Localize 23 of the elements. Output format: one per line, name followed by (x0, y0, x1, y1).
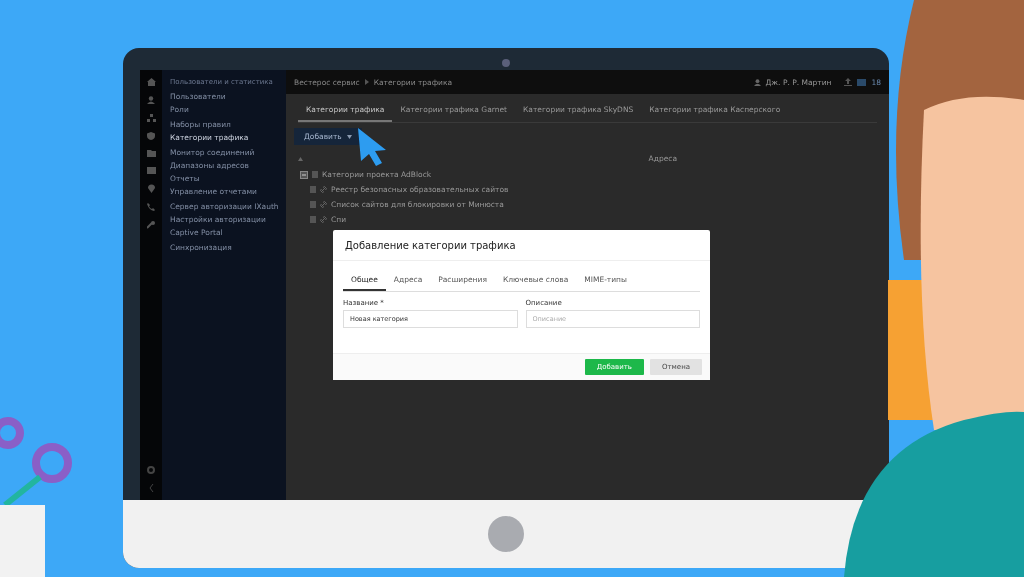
chevron-left-icon[interactable] (148, 484, 154, 492)
paper-illustration (0, 505, 45, 577)
folder-icon (146, 150, 156, 157)
chevron-right-icon (364, 79, 369, 85)
shield-icon (147, 132, 155, 140)
hierarchy-icon (146, 114, 156, 122)
cursor-arrow-icon (358, 128, 388, 166)
camera-icon (502, 59, 510, 67)
pin-icon (147, 184, 155, 193)
home-icon (146, 78, 156, 86)
gear-icon[interactable] (147, 466, 155, 474)
user-icon (753, 78, 761, 86)
upload-icon[interactable] (844, 78, 853, 86)
link-icon (320, 201, 327, 208)
dialog-title: Добавление категории трафика (333, 230, 710, 261)
link-icon (320, 186, 327, 193)
user-icon (147, 96, 155, 104)
wrench-icon (147, 221, 155, 229)
phone-icon (147, 203, 155, 211)
caret-icon (346, 134, 352, 139)
collapse-icon[interactable] (300, 170, 308, 179)
link-icon (320, 216, 327, 223)
sort-arrow-icon[interactable] (298, 156, 303, 161)
